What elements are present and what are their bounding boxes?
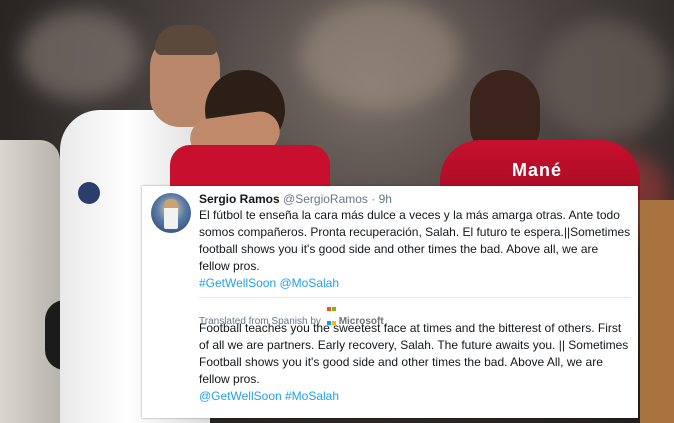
tweet-text-translated: Football teaches you the sweetest face a… — [199, 320, 631, 405]
left-figure — [0, 140, 60, 423]
player-hair — [155, 25, 217, 55]
display-name[interactable]: Sergio Ramos — [199, 192, 280, 206]
arm-right — [640, 200, 674, 423]
jersey-name: Mané — [512, 160, 563, 180]
translated-hashtags[interactable]: @GetWellSoon #MoSalah — [199, 389, 339, 403]
user-handle[interactable]: @SergioRamos — [283, 192, 368, 206]
crowd-blur — [300, 0, 460, 110]
crowd-blur — [20, 10, 140, 100]
dot-separator: · — [367, 192, 379, 206]
divider — [199, 297, 631, 298]
avatar[interactable] — [151, 193, 191, 233]
tweet-text-original: El fútbol te enseña la cara más dulce a … — [199, 207, 631, 292]
tweet-card[interactable]: Sergio Ramos @SergioRamos · 9h El fútbol… — [142, 186, 638, 418]
original-text: El fútbol te enseña la cara más dulce a … — [199, 208, 631, 273]
crowd-blur — [540, 20, 670, 140]
tweet-time[interactable]: 9h — [379, 192, 392, 206]
red-kit-player — [170, 145, 330, 190]
original-hashtags[interactable]: #GetWellSoon @MoSalah — [199, 276, 339, 290]
tweet-header: Sergio Ramos @SergioRamos · 9h — [199, 192, 392, 206]
badge — [78, 182, 100, 204]
translated-text: Football teaches you the sweetest face a… — [199, 321, 629, 386]
avatar-figure — [164, 199, 178, 229]
background-photo: Mané Sergio Ramos @SergioRamos · 9h El f… — [0, 0, 674, 423]
